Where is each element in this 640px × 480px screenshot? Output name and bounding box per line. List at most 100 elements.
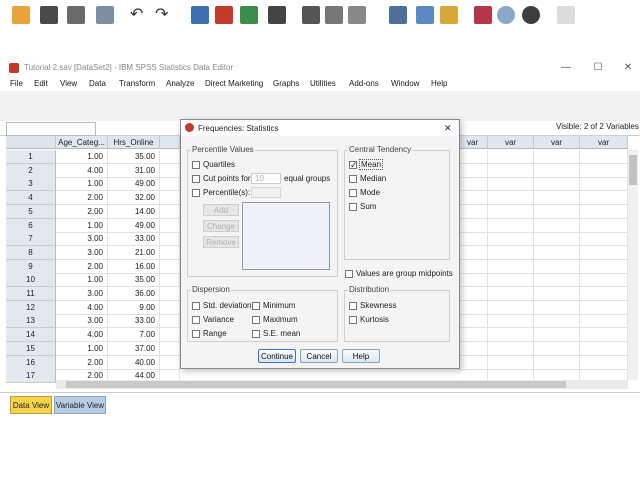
- vertical-scroll-thumb[interactable]: [629, 155, 637, 185]
- cell-hrs-online[interactable]: 31.00: [108, 164, 160, 178]
- cell-hrs-online[interactable]: 33.00: [108, 314, 160, 328]
- range-checkbox[interactable]: [192, 330, 200, 338]
- cell-hrs-online[interactable]: 21.00: [108, 246, 160, 260]
- menu-help[interactable]: Help: [431, 79, 447, 88]
- cell-hrs-online[interactable]: 9.00: [108, 301, 160, 315]
- cell-empty[interactable]: [458, 273, 488, 287]
- select-cases-icon[interactable]: [389, 6, 407, 24]
- minimum-checkbox[interactable]: [252, 302, 260, 310]
- cell-empty[interactable]: [580, 287, 628, 301]
- column-header-age-category[interactable]: Age_Categ...: [56, 136, 108, 149]
- remove-percentile-button[interactable]: Remove: [203, 236, 239, 248]
- cell-empty[interactable]: [534, 232, 580, 246]
- save-icon[interactable]: [40, 6, 58, 24]
- cell-age-category[interactable]: 4.00: [56, 301, 108, 315]
- cell-empty[interactable]: [488, 177, 534, 191]
- maximum-checkbox[interactable]: [252, 316, 260, 324]
- cell-empty[interactable]: [488, 205, 534, 219]
- cell-empty[interactable]: [458, 150, 488, 164]
- add-percentile-button[interactable]: Add: [203, 204, 239, 216]
- row-header[interactable]: 8: [6, 246, 56, 260]
- cell-hrs-online[interactable]: 32.00: [108, 191, 160, 205]
- cut-points-checkbox[interactable]: [192, 175, 200, 183]
- menu-file[interactable]: File: [10, 79, 23, 88]
- horizontal-scroll-thumb[interactable]: [66, 381, 566, 388]
- cell-age-category[interactable]: 3.00: [56, 232, 108, 246]
- menu-add-ons[interactable]: Add-ons: [349, 79, 379, 88]
- row-header[interactable]: 3: [6, 177, 56, 191]
- median-checkbox[interactable]: [349, 175, 357, 183]
- menu-analyze[interactable]: Analyze: [166, 79, 194, 88]
- cell-hrs-online[interactable]: 40.00: [108, 356, 160, 370]
- cell-empty[interactable]: [488, 260, 534, 274]
- column-header-var[interactable]: [160, 136, 180, 149]
- skewness-checkbox[interactable]: [349, 302, 357, 310]
- cell-empty[interactable]: [580, 273, 628, 287]
- cell-empty[interactable]: [488, 356, 534, 370]
- cell-empty[interactable]: [458, 205, 488, 219]
- cell-empty[interactable]: [580, 342, 628, 356]
- print-icon[interactable]: [67, 6, 85, 24]
- row-header[interactable]: 13: [6, 314, 56, 328]
- cell-empty[interactable]: [580, 314, 628, 328]
- cell-empty[interactable]: [580, 246, 628, 260]
- cell-empty[interactable]: [580, 356, 628, 370]
- insert-cases-icon[interactable]: [325, 6, 343, 24]
- weight-cases-icon[interactable]: [416, 6, 434, 24]
- cell-empty[interactable]: [534, 205, 580, 219]
- undo-icon[interactable]: ↶: [130, 6, 148, 24]
- cell-empty[interactable]: [534, 342, 580, 356]
- cell-hrs-online[interactable]: 49.00: [108, 219, 160, 233]
- cell-hrs-online[interactable]: 33.00: [108, 232, 160, 246]
- menu-data[interactable]: Data: [89, 79, 106, 88]
- menu-view[interactable]: View: [60, 79, 77, 88]
- cell-age-category[interactable]: 3.00: [56, 314, 108, 328]
- cell-empty[interactable]: [160, 301, 180, 315]
- cell-empty[interactable]: [488, 150, 534, 164]
- cell-empty[interactable]: [458, 287, 488, 301]
- cell-empty[interactable]: [488, 191, 534, 205]
- continue-button[interactable]: Continue: [258, 349, 296, 363]
- cell-empty[interactable]: [488, 219, 534, 233]
- row-header[interactable]: 7: [6, 232, 56, 246]
- row-header[interactable]: 15: [6, 342, 56, 356]
- cell-empty[interactable]: [580, 205, 628, 219]
- percentile-list[interactable]: [242, 202, 330, 270]
- run-descriptives-icon[interactable]: [268, 6, 286, 24]
- cell-empty[interactable]: [534, 287, 580, 301]
- cell-empty[interactable]: [488, 287, 534, 301]
- percentiles-checkbox[interactable]: [192, 189, 200, 197]
- cell-empty[interactable]: [488, 328, 534, 342]
- row-header[interactable]: 14: [6, 328, 56, 342]
- cell-empty[interactable]: [160, 328, 180, 342]
- cell-empty[interactable]: [580, 232, 628, 246]
- cell-empty[interactable]: [160, 287, 180, 301]
- cell-empty[interactable]: [534, 191, 580, 205]
- cell-empty[interactable]: [160, 191, 180, 205]
- menu-transform[interactable]: Transform: [119, 79, 155, 88]
- cell-empty[interactable]: [534, 246, 580, 260]
- cell-empty[interactable]: [534, 219, 580, 233]
- spelling-icon[interactable]: [522, 6, 540, 24]
- row-header[interactable]: 2: [6, 164, 56, 178]
- cell-empty[interactable]: [458, 328, 488, 342]
- cell-empty[interactable]: [488, 273, 534, 287]
- cell-age-category[interactable]: 1.00: [56, 342, 108, 356]
- cell-hrs-online[interactable]: 16.00: [108, 260, 160, 274]
- column-header-var[interactable]: var: [534, 136, 580, 149]
- row-header[interactable]: 1: [6, 150, 56, 164]
- cell-age-category[interactable]: 4.00: [56, 164, 108, 178]
- cell-hrs-online[interactable]: 35.00: [108, 150, 160, 164]
- cell-empty[interactable]: [458, 232, 488, 246]
- use-variable-sets-icon[interactable]: [474, 6, 492, 24]
- cell-age-category[interactable]: 1.00: [56, 150, 108, 164]
- row-header[interactable]: 10: [6, 273, 56, 287]
- row-header[interactable]: 16: [6, 356, 56, 370]
- kurtosis-checkbox[interactable]: [349, 316, 357, 324]
- custom-tables-icon[interactable]: [557, 6, 575, 24]
- menu-window[interactable]: Window: [391, 79, 419, 88]
- menu-edit[interactable]: Edit: [34, 79, 48, 88]
- show-all-variables-icon[interactable]: [497, 6, 515, 24]
- cell-age-category[interactable]: 1.00: [56, 177, 108, 191]
- cell-empty[interactable]: [160, 273, 180, 287]
